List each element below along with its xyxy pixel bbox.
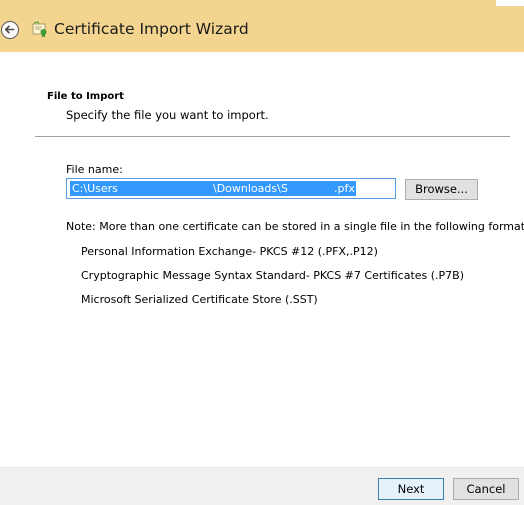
file-path-segment: C:\Users	[72, 182, 118, 195]
file-path-segment: .pfx	[334, 182, 355, 195]
certificate-icon	[32, 21, 48, 39]
header-separator	[35, 136, 510, 137]
titlebar-gap	[496, 0, 524, 6]
button-bar	[0, 467, 524, 505]
back-arrow-icon[interactable]	[1, 21, 19, 39]
file-path-segment: \Downloads\S	[213, 182, 288, 195]
formats-note: Note: More than one certificate can be s…	[66, 220, 524, 233]
file-name-label: File name:	[66, 163, 123, 176]
title-bar: Certificate Import Wizard	[0, 0, 524, 52]
format-item-pfx: Personal Information Exchange- PKCS #12 …	[81, 245, 378, 258]
next-button[interactable]: Next	[378, 478, 444, 500]
page-subheading: Specify the file you want to import.	[66, 108, 269, 122]
file-name-input[interactable]: C:\Users \Downloads\S .pfx	[66, 178, 396, 199]
format-item-sst: Microsoft Serialized Certificate Store (…	[81, 293, 318, 306]
format-item-p7b: Cryptographic Message Syntax Standard- P…	[81, 269, 465, 282]
window-title: Certificate Import Wizard	[54, 20, 249, 38]
cancel-button[interactable]: Cancel	[453, 478, 519, 500]
page-heading: File to Import	[47, 91, 124, 102]
browse-button[interactable]: Browse...	[405, 179, 478, 200]
